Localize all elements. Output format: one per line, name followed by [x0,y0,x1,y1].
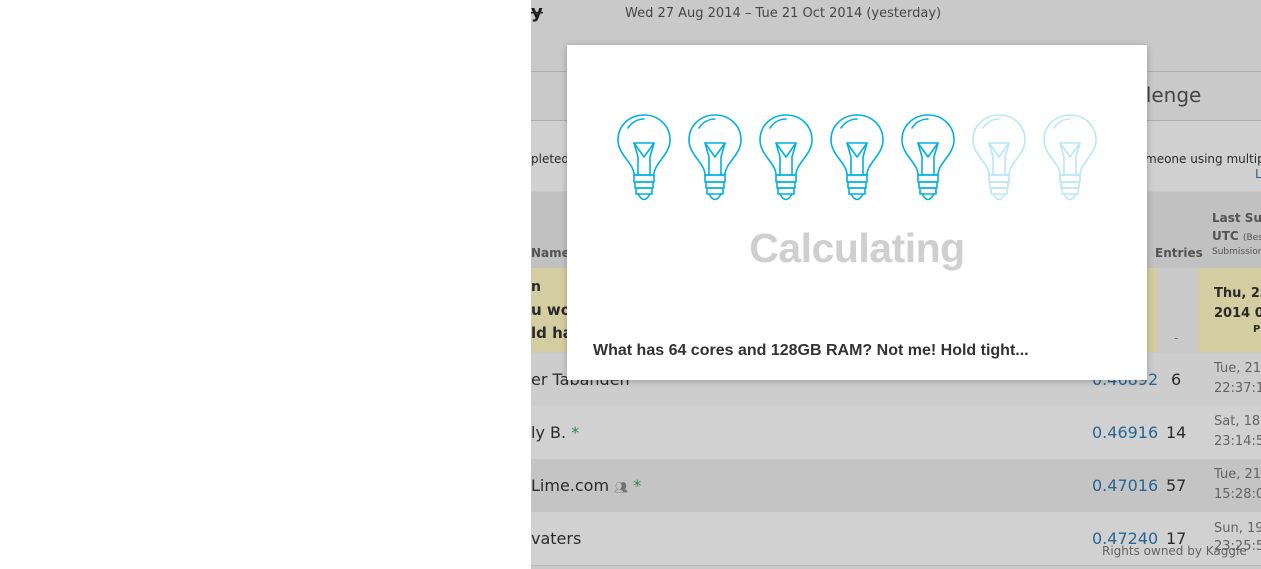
lightbulb-icon [686,113,744,209]
calculating-dialog: Calculating What has 64 cores and 128GB … [567,45,1147,380]
lightbulb-icon [757,113,815,209]
calculating-title: Calculating [749,225,965,271]
lightbulb-icon [1041,113,1099,209]
lightbulb-progress [615,113,1105,209]
loading-message: What has 64 cores and 128GB RAM? Not me!… [593,342,1029,359]
lightbulb-icon [899,113,957,209]
lightbulb-icon [615,113,673,209]
lightbulb-icon [828,113,886,209]
lightbulb-icon [970,113,1028,209]
